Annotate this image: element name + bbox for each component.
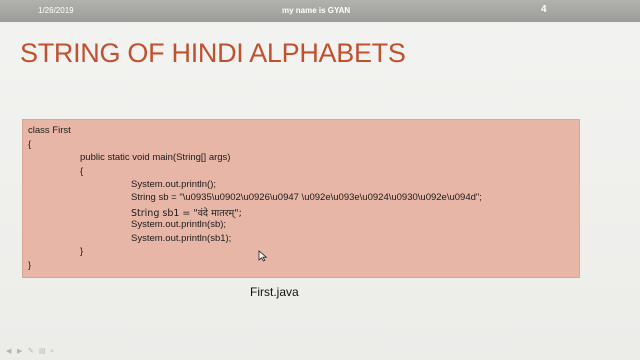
code-line: System.out.println(sb1); [131,233,232,244]
code-line: String sb1 = "वंदे मातरम्"; [131,208,242,219]
code-block: class First { public static void main(St… [22,119,580,278]
code-line: class First [28,125,71,136]
prev-icon[interactable]: ◀ [6,348,13,355]
pen-icon[interactable]: ✎ [28,348,35,355]
code-line: System.out.println(); [131,179,216,190]
slide-title: STRING OF HINDI ALPHABETS [20,38,406,68]
slide-number: 4 [541,4,547,15]
code-line: { [28,139,32,150]
next-icon[interactable]: ▶ [17,348,24,355]
slide-header-bar: 1/26/2019 my name is GYAN 4 [0,0,640,22]
slide-date: 1/26/2019 [38,6,74,15]
code-line: String sb = "\u0935\u0902\u0926\u0947 \u… [131,192,482,203]
menu-icon[interactable]: ▤ [39,348,46,355]
slideshow-controls: ◀ ▶ ✎ ▤ ⌕ [6,348,57,358]
mouse-pointer-icon [258,249,268,262]
code-line: System.out.println(sb); [131,219,227,230]
code-line: } [28,260,32,271]
code-file-caption: First.java [250,285,299,299]
zoom-icon[interactable]: ⌕ [50,348,57,355]
code-line: } [80,246,84,257]
code-line: { [80,166,84,177]
slide-footer-text: my name is GYAN [282,6,351,15]
code-line: public static void main(String[] args) [80,152,231,163]
